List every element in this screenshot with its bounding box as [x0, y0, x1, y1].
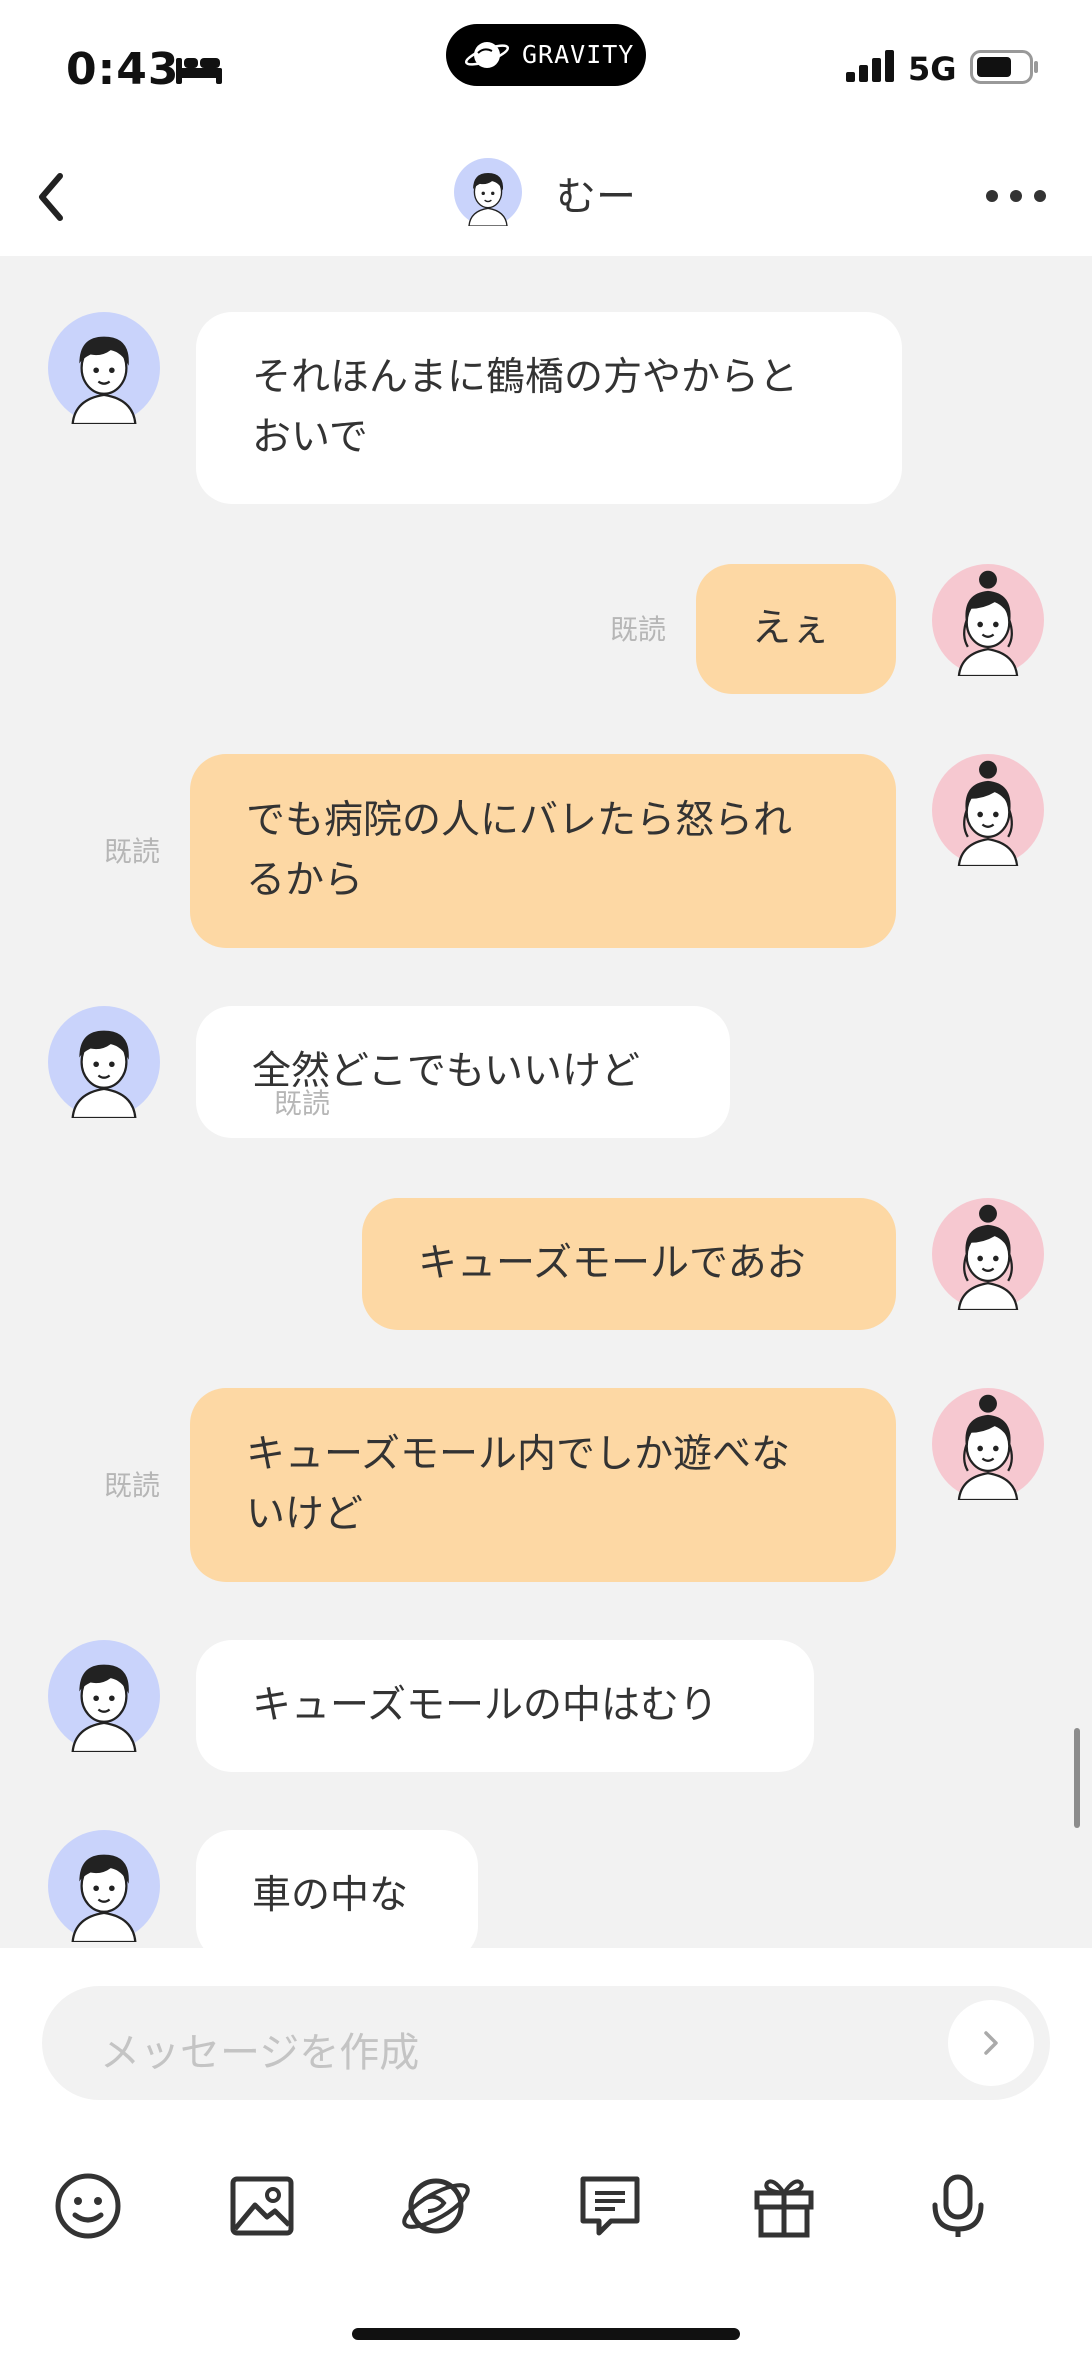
message-bubble-incoming[interactable]: キューズモールの中はむり: [196, 1640, 814, 1772]
message-list[interactable]: それほんまに鶴橋の方やからと おいで 既読 えぇ 既読 でも病院の人にバレたら怒…: [0, 256, 1092, 1948]
composer-panel: メッセージを作成: [0, 1948, 1092, 2364]
voice-button[interactable]: [918, 2166, 998, 2246]
back-chevron-icon[interactable]: [20, 162, 90, 232]
read-receipt: 既読: [104, 835, 161, 868]
message-input[interactable]: メッセージを作成: [42, 1986, 1050, 2100]
chat-header: むー: [0, 140, 1092, 256]
read-receipt: 既読: [104, 1469, 161, 1502]
message-bubble-incoming[interactable]: 車の中な: [196, 1830, 478, 1948]
message-line: いけど: [246, 1492, 364, 1537]
message-line: 車の中な: [252, 1873, 409, 1918]
message-line: るから: [246, 858, 364, 903]
emoji-icon: [55, 2173, 121, 2239]
planet-logo-icon: [464, 42, 510, 68]
self-avatar[interactable]: [932, 1198, 1044, 1310]
partner-avatar[interactable]: [454, 158, 522, 226]
message-line: キューズモール内でしか遊べな: [246, 1432, 791, 1477]
emoji-button[interactable]: [48, 2166, 128, 2246]
more-options-icon[interactable]: [976, 164, 1056, 224]
message-bubble-outgoing[interactable]: えぇ: [696, 564, 896, 694]
island-label: GRAVITY: [522, 40, 635, 69]
scrollbar[interactable]: [1074, 1728, 1080, 1828]
chat-partner-name[interactable]: むー: [556, 164, 636, 222]
cellular-signal-icon: [846, 50, 894, 82]
partner-avatar[interactable]: [48, 1006, 160, 1118]
gift-icon: [754, 2179, 814, 2238]
self-avatar[interactable]: [932, 1388, 1044, 1500]
battery-icon: [970, 50, 1038, 84]
message-line: キューズモールの中はむり: [252, 1683, 719, 1728]
partner-avatar[interactable]: [48, 1640, 160, 1752]
dynamic-island: GRAVITY: [446, 24, 646, 86]
read-receipt: 既読: [274, 1087, 331, 1120]
home-indicator: [352, 2328, 740, 2340]
network-type: 5G: [908, 50, 957, 88]
message-line: でも病院の人にバレたら怒られ: [246, 798, 793, 843]
message-bubble-outgoing[interactable]: キューズモールであお: [362, 1198, 896, 1330]
message-line: それほんまに鶴橋の方やからと: [252, 355, 799, 400]
message-line: えぇ: [752, 606, 831, 651]
self-avatar[interactable]: [932, 564, 1044, 676]
microphone-icon: [932, 2174, 984, 2237]
message-line: キューズモールであお: [418, 1241, 806, 1286]
sleep-mode-icon: [176, 58, 222, 84]
quick-reply-button[interactable]: [570, 2166, 650, 2246]
image-button[interactable]: [222, 2166, 302, 2246]
message-line: おいで: [252, 415, 368, 460]
message-bubble-outgoing[interactable]: キューズモール内でしか遊べな いけど: [190, 1388, 896, 1582]
self-avatar[interactable]: [932, 754, 1044, 866]
chevron-right-icon: [984, 2031, 998, 2055]
quick-reply-icon: [580, 2176, 640, 2236]
message-bubble-outgoing[interactable]: でも病院の人にバレたら怒られ るから: [190, 754, 896, 948]
planet-button[interactable]: [396, 2166, 476, 2246]
status-bar: 0:43 GRAVITY 5G: [0, 0, 1092, 140]
status-time: 0:43: [66, 44, 180, 95]
gift-button[interactable]: [744, 2166, 824, 2246]
message-bubble-incoming[interactable]: それほんまに鶴橋の方やからと おいで: [196, 312, 902, 504]
image-icon: [230, 2176, 294, 2236]
planet-icon: [402, 2178, 470, 2234]
partner-avatar[interactable]: [48, 1830, 160, 1942]
partner-avatar[interactable]: [48, 312, 160, 424]
message-input-placeholder: メッセージを作成: [100, 2030, 420, 2076]
send-button[interactable]: [948, 2000, 1034, 2086]
read-receipt: 既読: [610, 613, 667, 646]
